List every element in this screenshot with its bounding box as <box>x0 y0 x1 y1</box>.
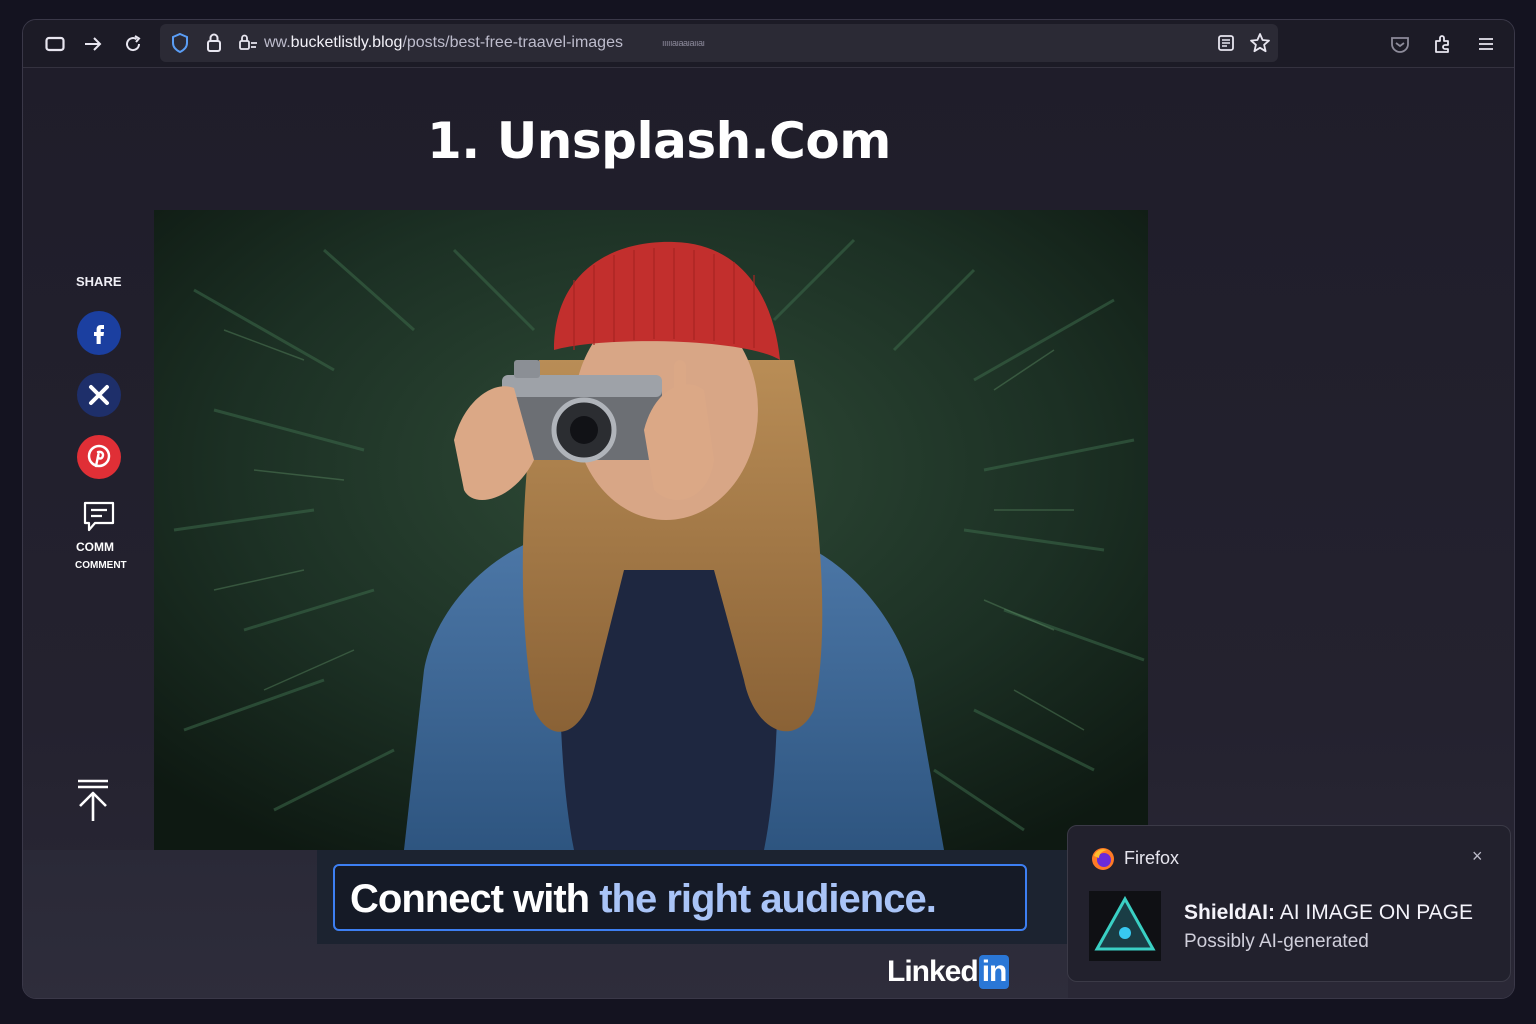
reload-icon[interactable] <box>119 30 147 58</box>
notification-title: ShieldAI: AI IMAGE ON PAGE <box>1184 901 1473 925</box>
firefox-logo-icon <box>1090 846 1116 877</box>
comment-label-top: COMM <box>76 540 114 554</box>
facebook-icon <box>77 311 121 355</box>
menu-hamburger-icon[interactable] <box>1472 30 1500 58</box>
url-text[interactable]: ww.bucketlistly.blog/posts/best-free-tra… <box>264 34 623 52</box>
linkedin-logo-text: Linked <box>887 955 979 988</box>
url-prefix: ww. <box>264 34 291 51</box>
permissions-icon[interactable] <box>237 33 259 58</box>
extensions-puzzle-icon[interactable] <box>1429 30 1457 58</box>
firefox-notification[interactable]: Firefox × ShieldAI: AI IMAGE ON PAGE Pos… <box>1067 825 1511 982</box>
ad-headline-start: Connect with <box>350 877 600 921</box>
url-domain: bucketlistly.blog <box>290 34 403 51</box>
page-content: 1. Unsplash.Com SHARE COMM COMMENT Conne… <box>23 68 1514 998</box>
lock-icon[interactable] <box>205 32 223 59</box>
browser-toolbar: ww.bucketlistly.blog/posts/best-free-tra… <box>23 20 1514 68</box>
photographer-image <box>154 210 1148 850</box>
sidebar-toggle-icon[interactable] <box>41 30 69 58</box>
linkedin-ad[interactable]: Connect with the right audience. <box>317 850 1069 944</box>
forward-icon[interactable] <box>79 30 107 58</box>
pinterest-icon <box>77 435 121 479</box>
notification-subtitle: Possibly AI-generated <box>1184 931 1369 952</box>
comment-icon[interactable] <box>82 500 116 539</box>
x-icon <box>77 373 121 417</box>
ad-headline: Connect with the right audience. <box>350 877 937 922</box>
x-share-button[interactable] <box>77 373 121 417</box>
url-path: /posts/best-free-traavel-images <box>402 34 623 51</box>
shieldai-logo-icon <box>1089 891 1161 961</box>
pocket-icon[interactable] <box>1386 30 1414 58</box>
notification-close-icon[interactable]: × <box>1472 846 1483 867</box>
ad-banner-area: Connect with the right audience. Linked i… <box>23 850 1069 998</box>
share-label: SHARE <box>76 274 122 289</box>
pinterest-share-button[interactable] <box>77 435 121 479</box>
ad-text-box[interactable]: Connect with the right audience. <box>333 864 1027 931</box>
ad-headline-highlight: the right audience. <box>599 877 937 921</box>
facebook-share-button[interactable] <box>77 311 121 355</box>
article-heading: 1. Unsplash.Com <box>427 112 891 170</box>
browser-window: ww.bucketlistly.blog/posts/best-free-tra… <box>22 19 1515 999</box>
notification-title-rest: AI IMAGE ON PAGE <box>1275 901 1474 924</box>
linkedin-logo-box: in <box>978 955 1010 989</box>
reader-view-icon[interactable] <box>1217 34 1235 57</box>
linkedin-logo[interactable]: Linked in <box>887 955 1010 989</box>
notification-title-brand: ShieldAI: <box>1184 901 1276 924</box>
article-photo <box>154 210 1148 850</box>
url-bar[interactable]: ww.bucketlistly.blog/posts/best-free-tra… <box>160 24 1278 62</box>
notification-app-name: Firefox <box>1124 848 1180 868</box>
bookmark-star-icon[interactable] <box>1249 32 1271 59</box>
scroll-to-top-icon[interactable] <box>73 778 113 829</box>
url-suffix: ıııııaıaaıaııaı <box>662 38 705 48</box>
comment-label-bottom[interactable]: COMMENT <box>75 560 127 571</box>
tracking-protection-shield-icon[interactable] <box>170 32 190 59</box>
